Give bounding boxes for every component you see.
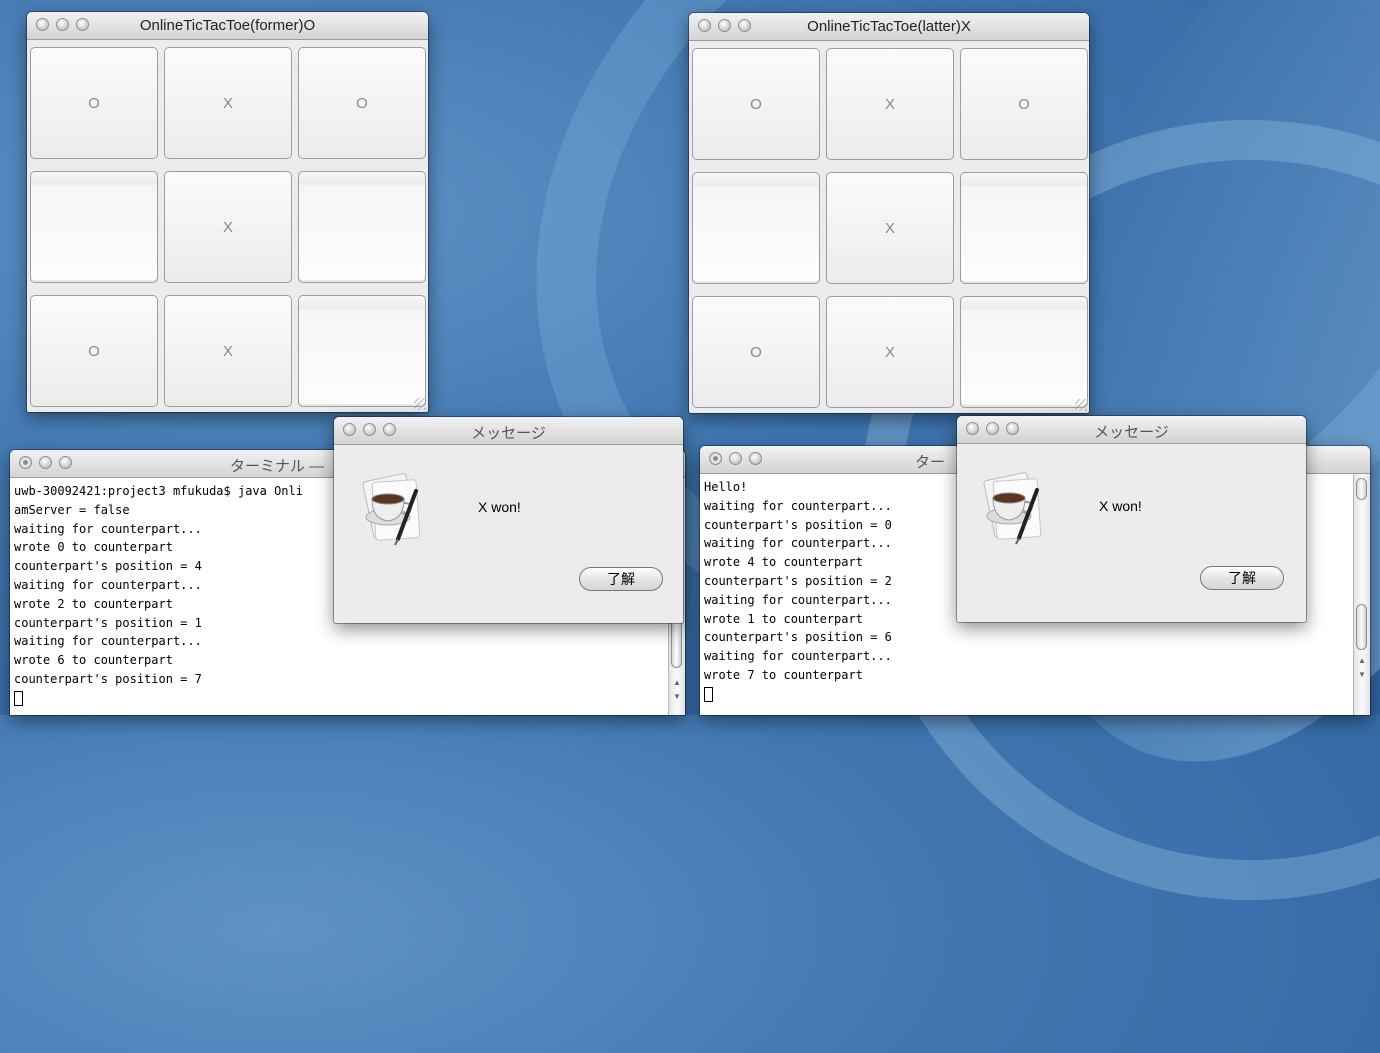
title-bar[interactable]: メッセージ xyxy=(957,416,1306,444)
scroll-up-arrow-icon[interactable]: ▲ xyxy=(1354,656,1370,665)
board-cell-4[interactable]: X xyxy=(164,171,292,283)
board-cell-5[interactable] xyxy=(960,172,1088,284)
board-cell-4[interactable]: X xyxy=(826,172,954,284)
tictactoe-board: O X O X O X xyxy=(692,48,1088,408)
board-cell-7[interactable]: X xyxy=(164,295,292,407)
board-cell-2[interactable]: O xyxy=(298,47,426,159)
title-bar[interactable]: OnlineTicTacToe(latter)X xyxy=(689,13,1089,41)
zoom-button[interactable] xyxy=(59,456,72,469)
dialog-title: メッセージ xyxy=(471,425,546,442)
board-cell-6[interactable]: O xyxy=(30,295,158,407)
board-cell-8[interactable] xyxy=(298,295,426,407)
scroll-up-arrow-icon[interactable]: ▲ xyxy=(669,678,685,687)
board-cell-8[interactable] xyxy=(960,296,1088,408)
board-cell-2[interactable]: O xyxy=(960,48,1088,160)
minimize-button[interactable] xyxy=(729,452,742,465)
text-cursor xyxy=(704,686,713,702)
board-cell-7[interactable]: X xyxy=(826,296,954,408)
close-button[interactable] xyxy=(19,456,32,469)
zoom-button[interactable] xyxy=(749,452,762,465)
scroll-down-arrow-icon[interactable]: ▼ xyxy=(1354,670,1370,679)
window-title: OnlineTicTacToe(latter)X xyxy=(807,18,971,35)
title-bar[interactable]: メッセージ xyxy=(334,417,683,445)
resize-grip[interactable] xyxy=(1075,399,1087,411)
tictactoe-window-latter: OnlineTicTacToe(latter)X O X O X O X xyxy=(689,13,1089,413)
board-cell-1[interactable]: X xyxy=(164,47,292,159)
scroll-thumb[interactable] xyxy=(671,618,682,668)
dialog-message: X won! xyxy=(1099,498,1142,514)
scroll-thumb-lower[interactable] xyxy=(1356,604,1367,650)
terminal-line: waiting for counterpart... xyxy=(704,649,892,664)
text-cursor xyxy=(14,690,23,706)
terminal-line: counterpart's position = 6 xyxy=(704,630,892,645)
board-cell-3[interactable] xyxy=(692,172,820,284)
board-cell-5[interactable] xyxy=(298,171,426,283)
java-coffee-cup-icon xyxy=(362,473,421,546)
dialog-message: X won! xyxy=(478,499,521,515)
terminal-line: waiting for counterpart... xyxy=(14,634,202,649)
terminal-line: wrote 7 to counterpart xyxy=(704,667,863,682)
tictactoe-board: O X O X O X xyxy=(30,47,426,407)
board-cell-6[interactable]: O xyxy=(692,296,820,408)
message-dialog-left: メッセージ X won! 了解 xyxy=(334,417,683,623)
board-cell-0[interactable]: O xyxy=(30,47,158,159)
window-title: OnlineTicTacToe(former)O xyxy=(139,17,316,34)
board-cell-0[interactable]: O xyxy=(692,48,820,160)
ok-button[interactable]: 了解 xyxy=(579,567,663,591)
message-dialog-right: メッセージ X won! 了解 xyxy=(957,416,1306,622)
terminal-line: wrote 6 to counterpart xyxy=(14,653,173,668)
java-coffee-cup-icon xyxy=(983,472,1042,545)
board-cell-3[interactable] xyxy=(30,171,158,283)
ok-button[interactable]: 了解 xyxy=(1200,566,1284,590)
scroll-down-arrow-icon[interactable]: ▼ xyxy=(669,692,685,701)
tictactoe-window-former: OnlineTicTacToe(former)O O X O X O X xyxy=(27,12,428,412)
title-bar[interactable]: OnlineTicTacToe(former)O xyxy=(27,12,428,40)
scroll-thumb[interactable] xyxy=(1356,478,1367,500)
resize-grip[interactable] xyxy=(414,398,426,410)
board-cell-1[interactable]: X xyxy=(826,48,954,160)
dialog-title: メッセージ xyxy=(1094,424,1169,441)
vertical-scrollbar[interactable]: ▲ ▼ xyxy=(1353,474,1370,715)
close-button[interactable] xyxy=(709,452,722,465)
minimize-button[interactable] xyxy=(39,456,52,469)
terminal-line: counterpart's position = 7 xyxy=(14,671,202,686)
